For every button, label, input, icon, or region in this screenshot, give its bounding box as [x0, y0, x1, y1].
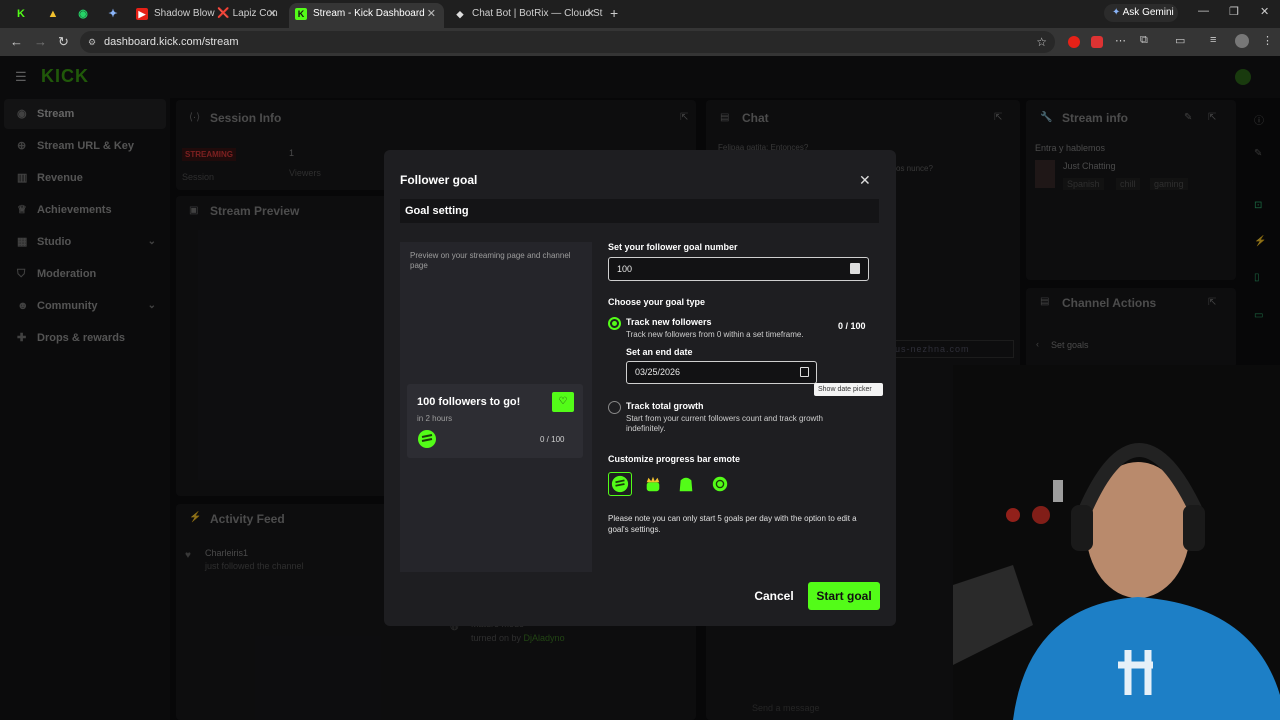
ask-gemini-button[interactable]: ✦ Ask Gemini	[1104, 4, 1178, 22]
reload-icon[interactable]: ↻	[58, 34, 69, 50]
new-tab-icon[interactable]: +	[610, 5, 618, 21]
ask-gemini-label: Ask Gemini	[1122, 7, 1174, 18]
bookmark-star-icon[interactable]: ☆	[1036, 31, 1047, 53]
close-tab-icon[interactable]: ✕	[586, 3, 595, 25]
goal-type-label: Choose your goal type	[608, 297, 706, 307]
emote-option-blob[interactable]	[674, 472, 698, 496]
emote-option-kick-face[interactable]	[608, 472, 632, 496]
tab-botrix[interactable]: ◆ Chat Bot | BotRix — Cloud Stre ✕	[448, 3, 603, 28]
tab-title: Stream - Kick Dashboard	[313, 8, 425, 19]
goal-number-input[interactable]: 100	[608, 257, 869, 281]
cancel-button[interactable]: Cancel	[747, 582, 801, 610]
close-tab-icon[interactable]: ✕	[268, 3, 277, 25]
extensions-puzzle-icon[interactable]: ⧉	[1140, 34, 1148, 47]
emote-option-globe[interactable]	[708, 472, 732, 496]
end-date-label: Set an end date	[626, 347, 693, 357]
profile-avatar[interactable]	[1235, 34, 1249, 48]
tab-title: Chat Bot | BotRix — Cloud Stre	[472, 8, 603, 19]
back-icon[interactable]: ←	[10, 34, 23, 49]
goal-limit-note: Please note you can only start 5 goals p…	[608, 514, 857, 534]
track-new-followers-radio[interactable]	[608, 317, 621, 330]
kick-face-emote-icon	[611, 475, 629, 493]
crown-emote-icon	[646, 476, 660, 492]
close-tab-icon[interactable]: ✕	[427, 3, 436, 25]
track-total-growth-desc: Start from your current followers count …	[626, 414, 823, 433]
webcam-overlay	[953, 365, 1280, 720]
emote-label: Customize progress bar emote	[608, 454, 741, 464]
close-icon[interactable]: ✕	[859, 172, 871, 189]
site-info-icon[interactable]: ⚙	[88, 31, 96, 53]
webcam-feed-image	[953, 365, 1280, 720]
preview-card-count: 0 / 100	[540, 435, 565, 444]
emote-option-crown[interactable]	[641, 472, 665, 496]
track-new-followers-title: Track new followers	[626, 317, 712, 327]
browser-menu-icon[interactable]: ⋮	[1262, 34, 1273, 47]
close-window-icon[interactable]: ✕	[1260, 5, 1269, 18]
goal-preview-panel: Preview on your streaming page and chann…	[400, 242, 592, 572]
track-total-growth-radio[interactable]	[608, 401, 621, 414]
track-new-followers-desc: Track new followers from 0 within a set …	[626, 330, 804, 339]
goal-number-label: Set your follower goal number	[608, 242, 738, 252]
url-text: dashboard.kick.com/stream	[104, 36, 239, 48]
more-extensions-icon[interactable]: ⋯	[1115, 34, 1126, 47]
heart-icon: ♡	[552, 392, 574, 412]
kick-face-emote-icon	[418, 430, 436, 448]
date-picker-tooltip: Show date picker	[814, 383, 883, 396]
extension-adblock-icon[interactable]	[1091, 36, 1103, 48]
youtube-icon: ▶	[136, 8, 148, 20]
whatsapp-pinned-tab-icon[interactable]: ◉	[75, 6, 91, 22]
tab-shadow-blow[interactable]: ▶ Shadow Blow ❌ Lapiz Con ✕	[130, 3, 285, 28]
gemini-icon: ✦	[1112, 7, 1121, 18]
goal-preview-card: 100 followers to go! in 2 hours ♡ 0 / 10…	[407, 384, 583, 458]
calendar-icon[interactable]	[800, 367, 809, 377]
browser-tab-bar: K ▲ ◉ ✦ ▶ Shadow Blow ❌ Lapiz Con ✕ K St…	[0, 0, 1280, 28]
cast-icon[interactable]: ▭	[1175, 34, 1185, 47]
kick-icon: K	[295, 8, 307, 20]
gemini-pinned-tab-icon[interactable]: ✦	[105, 6, 121, 22]
start-goal-button[interactable]: Start goal	[808, 582, 880, 610]
tab-kick-dashboard[interactable]: K Stream - Kick Dashboard ✕	[289, 3, 444, 28]
minimize-icon[interactable]: —	[1198, 5, 1209, 17]
goal-number-value: 100	[617, 264, 633, 274]
end-date-input[interactable]: 03/25/2026	[626, 361, 817, 384]
maximize-icon[interactable]: ❐	[1229, 5, 1239, 18]
url-bar[interactable]: ⚙ dashboard.kick.com/stream ☆	[80, 31, 1055, 53]
globe-emote-icon	[712, 476, 728, 492]
number-stepper-icon[interactable]	[850, 263, 860, 274]
kick-pinned-tab-icon[interactable]: K	[13, 6, 29, 22]
drive-pinned-tab-icon[interactable]: ▲	[45, 6, 61, 22]
botrix-icon: ◆	[456, 9, 464, 19]
browser-address-bar: ← → ↻ ⚙ dashboard.kick.com/stream ☆ ⋯ ⧉ …	[0, 28, 1280, 56]
preview-card-title: 100 followers to go!	[417, 396, 521, 408]
preview-label: Preview on your streaming page and chann…	[410, 251, 571, 270]
modal-title: Follower goal	[400, 173, 478, 187]
tab-title: Shadow Blow ❌ Lapiz Con	[154, 8, 278, 19]
forward-icon[interactable]: →	[34, 34, 47, 49]
track-total-growth-title: Track total growth	[626, 401, 704, 411]
goal-setting-header: Goal setting	[400, 199, 879, 223]
blob-emote-icon	[679, 477, 693, 492]
extension-red-icon[interactable]	[1068, 36, 1080, 48]
reading-list-icon[interactable]: ≡	[1210, 34, 1216, 46]
track-new-followers-count: 0 / 100	[838, 321, 866, 331]
end-date-value: 03/25/2026	[635, 367, 681, 377]
preview-card-subtitle: in 2 hours	[417, 414, 453, 423]
follower-goal-modal: Follower goal ✕ Goal setting Preview on …	[384, 150, 896, 626]
